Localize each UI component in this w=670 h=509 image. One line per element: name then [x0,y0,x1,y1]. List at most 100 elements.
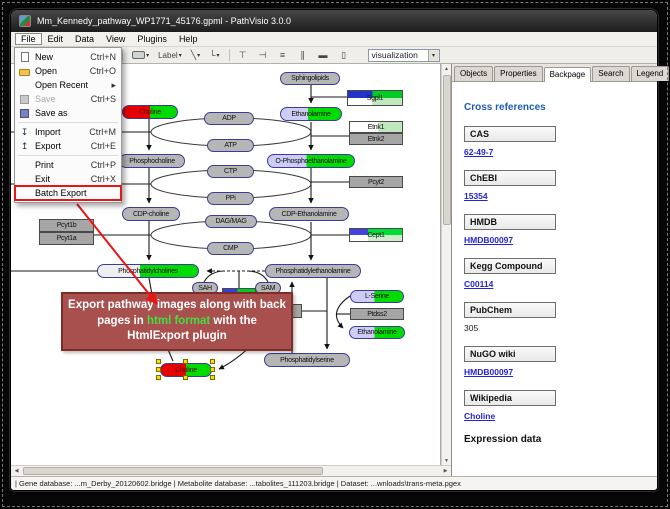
vertical-scroll-thumb[interactable] [443,75,451,225]
pathvisio-window: Mm_Kennedy_pathway_WP1771_45176.gpml - P… [10,9,658,491]
menubar-item-help[interactable]: Help [173,33,204,45]
canvas-horizontal-scrollbar[interactable]: ◀ ▶ [11,465,451,476]
line-tool-button[interactable]: ╲ ▾ [188,49,203,62]
tab-properties[interactable]: Properties [494,66,542,81]
align-center-horizontal-icon[interactable]: ⊤ [236,49,250,62]
menu-item-save-as[interactable]: Save as [15,106,121,120]
menu-item-batch-export[interactable]: Batch Export [15,186,121,200]
label-tool-button[interactable]: Label ▾ [155,49,185,62]
pathway-node-phosphocholine[interactable]: Phosphocholine [119,154,185,168]
distribute-rows-icon[interactable]: ≡ [276,49,290,62]
scroll-right-icon[interactable]: ▶ [441,467,450,476]
scroll-up-icon[interactable]: ▲ [442,64,451,73]
pathway-node-pcyt1b[interactable]: Pcyt1b [39,219,94,232]
scroll-down-icon[interactable]: ▼ [442,456,451,465]
tab-legend[interactable]: Legend [631,66,670,81]
reference-section-hmdb: HMDB HMDB00097 [464,212,649,245]
menu-item-label: Batch Export [35,188,111,198]
node-label: ATP [224,142,236,149]
selection-handle[interactable] [156,367,161,372]
pathway-node-atp[interactable]: ATP [207,139,254,152]
node-label: CMP [223,245,238,252]
line-icon: ╲ [191,50,196,61]
distribute-columns-icon[interactable]: ∥ [296,49,310,62]
canvas-vertical-scrollbar[interactable]: ▲ ▼ [441,64,451,465]
pathway-node-cmp[interactable]: CMP [207,242,254,255]
node-label: Phosphatidylcholines [118,268,178,275]
pathway-node-dag-mag[interactable]: DAG/MAG [205,215,257,228]
selection-handle[interactable] [210,375,215,380]
menu-item-open[interactable]: OpenCtrl+O [15,64,121,78]
reference-id-link[interactable]: HMDB00097 [464,235,649,245]
selection-handle[interactable] [183,375,188,380]
gene-product-tool-button[interactable]: ▾ [129,49,152,62]
pathway-node-cept1[interactable]: Cept1 [349,228,403,242]
pathway-node-etnk2[interactable]: Etnk2 [349,133,403,145]
align-center-vertical-icon[interactable]: ⊣ [256,49,270,62]
menu-item-label: Print [35,160,86,170]
pathway-node-etnk1[interactable]: Etnk1 [349,121,403,133]
pathway-node-adp[interactable]: ADP [204,112,254,125]
menu-item-open-recent[interactable]: Open Recent▸ [15,78,121,92]
reference-id-link[interactable]: Choline [464,411,649,421]
reference-id-link[interactable]: 15354 [464,191,649,201]
align-left-icon[interactable]: ▯ [337,49,351,62]
visualization-combobox[interactable]: visualization ▾ [368,49,440,62]
menubar-item-plugins[interactable]: Plugins [131,33,173,45]
title-bar[interactable]: Mm_Kennedy_pathway_WP1771_45176.gpml - P… [11,10,657,32]
selection-handle[interactable] [156,359,161,364]
pathway-node-o-phosphoethanolamine[interactable]: O-Phosphoethanolamine [267,154,355,168]
pathway-node-ppi[interactable]: PPi [207,192,254,205]
toolbar-separator [229,49,230,61]
pathway-node-pcyt1a[interactable]: Pcyt1a [39,232,94,245]
no-icon [19,160,30,171]
open-folder-icon [19,66,30,77]
pathway-node-cdp-ethanolamine[interactable]: CDP-Ethanolamine [269,207,349,221]
menu-item-shortcut: Ctrl+O [90,66,116,76]
selection-handle[interactable] [210,367,215,372]
selection-handle[interactable] [183,359,188,364]
pathway-node-choline[interactable]: Choline [122,105,178,119]
pathway-node-ptdss2[interactable]: Ptdss2 [350,308,404,320]
menubar-item-view[interactable]: View [100,33,131,45]
pathway-node-sgpl1[interactable]: Sgpl1 [347,90,403,106]
menu-item-exit[interactable]: ExitCtrl+X [15,172,121,186]
align-bottom-icon[interactable]: ▬ [316,49,331,62]
tab-search[interactable]: Search [592,66,629,81]
reference-id-link[interactable]: 62-49-7 [464,147,649,157]
pathway-node-cdp-choline[interactable]: CDP-choline [122,207,180,221]
pathway-node-l-serine[interactable]: L-Serine [350,290,404,303]
callout-line2-post: with the [210,315,257,327]
pathway-node-pcyt2[interactable]: Pcyt2 [349,176,403,188]
horizontal-scroll-thumb[interactable] [23,467,323,475]
reference-id-link[interactable]: HMDB00097 [464,367,649,377]
reference-section-wikipedia: WikipediaCholine [464,388,649,421]
menubar-item-data[interactable]: Data [69,33,100,45]
menu-item-save[interactable]: SaveCtrl+S [15,92,121,106]
pathway-node-sphingolipids[interactable]: Sphingolipids [280,72,340,85]
reference-id-link[interactable]: C00114 [464,279,649,289]
pathway-node-phosphatidylserine[interactable]: Phosphatidylserine [264,353,350,367]
pathway-node-ethanolamine[interactable]: Ethanolamine [349,326,405,339]
chevron-down-icon[interactable]: ▾ [428,50,439,61]
reference-database-name: Kegg Compound [464,258,556,274]
scroll-left-icon[interactable]: ◀ [12,467,21,476]
pathway-node-phosphatidylethanolamine[interactable]: Phosphatidylethanolamine [265,264,361,278]
selection-handle[interactable] [210,359,215,364]
menu-item-export[interactable]: ↥ExportCtrl+E [15,139,121,153]
reference-database-name: HMDB [464,214,556,230]
menu-item-print[interactable]: PrintCtrl+P [15,158,121,172]
menubar-item-edit[interactable]: Edit [42,33,70,45]
menu-item-new[interactable]: NewCtrl+N [15,50,121,64]
pathway-node-ctp[interactable]: CTP [207,165,254,178]
menu-item-import[interactable]: ↧ImportCtrl+M [15,125,121,139]
menu-item-shortcut: Ctrl+E [91,141,116,151]
tab-backpage[interactable]: Backpage [544,67,592,82]
pathway-node-ethanolamine[interactable]: Ethanolamine [280,107,342,121]
selection-handle[interactable] [156,375,161,380]
menubar-item-file[interactable]: File [15,33,42,45]
connector-tool-button[interactable]: └ ▾ [206,49,222,62]
pathway-node-phosphatidylcholines[interactable]: Phosphatidylcholines [97,264,199,278]
tab-objects[interactable]: Objects [454,66,493,81]
callout-line2-pre: pages in [97,315,147,327]
